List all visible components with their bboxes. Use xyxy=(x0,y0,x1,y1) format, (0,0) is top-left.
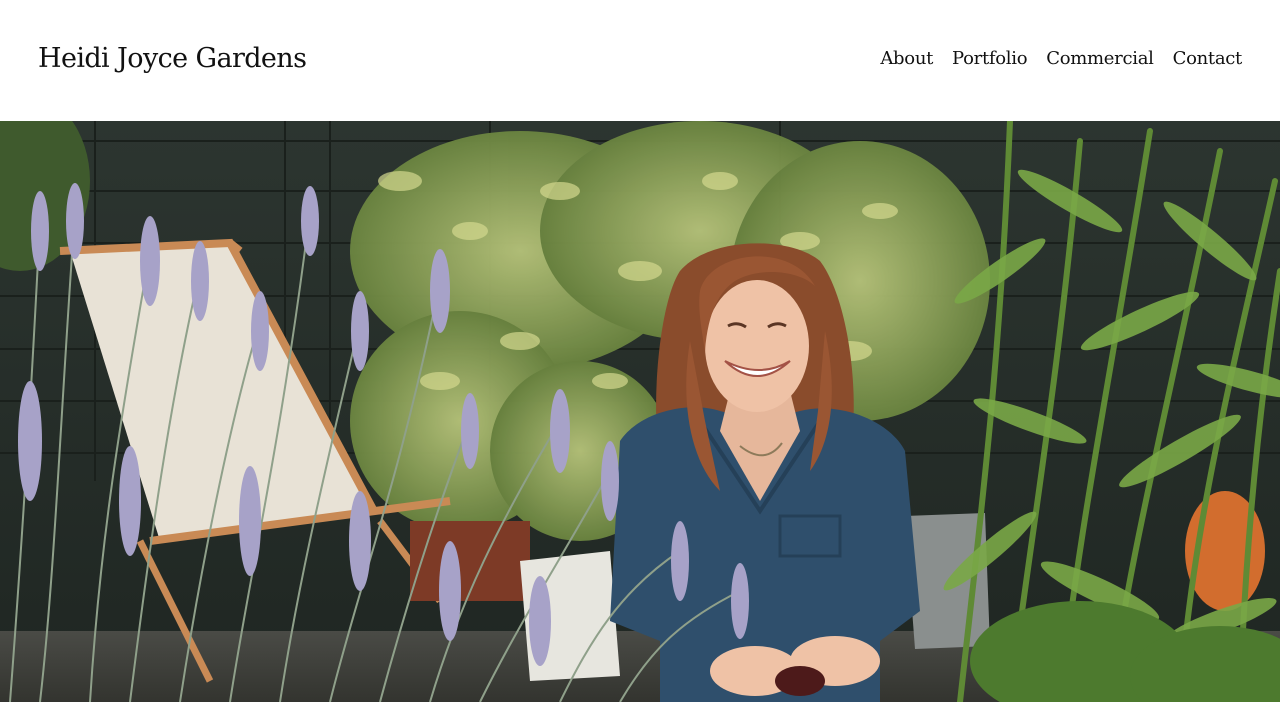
nav-link-contact[interactable]: Contact xyxy=(1173,46,1243,72)
nav-link-about[interactable]: About xyxy=(880,46,933,72)
hero-image xyxy=(0,121,1280,702)
site-header: Heidi Joyce Gardens About Portfolio Comm… xyxy=(0,0,1280,121)
nav-link-portfolio[interactable]: Portfolio xyxy=(952,46,1028,72)
nav-link-commercial[interactable]: Commercial xyxy=(1046,46,1154,72)
site-title-link[interactable]: Heidi Joyce Gardens xyxy=(38,40,307,78)
main-nav: About Portfolio Commercial Contact xyxy=(880,46,1242,72)
hero-garden-photo xyxy=(0,121,1280,702)
